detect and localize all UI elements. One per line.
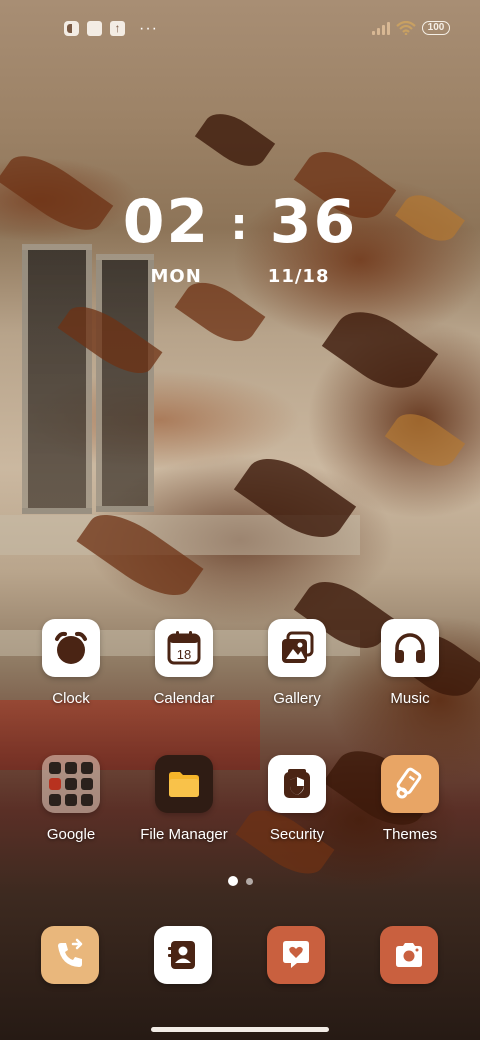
- clock-hours: 02: [122, 187, 211, 257]
- building-window: [96, 254, 154, 512]
- app-clock[interactable]: Clock: [16, 619, 126, 707]
- gmail-icon: [81, 794, 93, 806]
- upload-icon: [110, 20, 125, 36]
- clock-separator: :: [230, 199, 250, 250]
- status-bar-system: 100: [372, 20, 450, 36]
- phone-icon: [58, 938, 83, 967]
- wifi-icon: [396, 20, 416, 36]
- app-label: File Manager: [140, 826, 228, 843]
- more-notifications-icon: ···: [139, 19, 158, 37]
- page-indicator[interactable]: [0, 876, 480, 886]
- leaf: [194, 103, 276, 177]
- app-label: Music: [390, 690, 430, 707]
- signal-icon: [372, 21, 390, 35]
- assistant-icon: [81, 778, 93, 790]
- app-file-manager[interactable]: File Manager: [129, 755, 239, 843]
- dock-phone[interactable]: [41, 926, 99, 984]
- app-themes[interactable]: Themes: [355, 755, 465, 843]
- status-bar: ··· 100: [0, 0, 480, 56]
- folder-icon: [42, 755, 100, 813]
- photos-icon: [49, 794, 61, 806]
- app-folder-google[interactable]: Google: [16, 755, 126, 843]
- page-dot-active[interactable]: [227, 876, 238, 886]
- notification-icon: [64, 20, 79, 36]
- app-calendar[interactable]: 18 Calendar: [129, 619, 239, 707]
- app-label: Clock: [52, 690, 90, 707]
- play-store-icon: [65, 794, 77, 806]
- maps-icon: [81, 762, 93, 774]
- contacts-icon: [168, 941, 195, 969]
- gallery-icon: [268, 619, 326, 677]
- clock-day: MON: [150, 266, 202, 287]
- app-label: Google: [46, 826, 96, 843]
- square-notification-icon: [87, 20, 102, 36]
- paintbrush-icon: [381, 755, 439, 813]
- svg-text:18: 18: [177, 647, 191, 662]
- message-heart-icon: [283, 941, 309, 968]
- dock-camera[interactable]: [380, 926, 438, 984]
- headphones-icon: [381, 619, 439, 677]
- chrome-icon: [65, 762, 77, 774]
- status-bar-notifications: ···: [64, 19, 158, 37]
- dock-messages[interactable]: [267, 926, 325, 984]
- battery-icon: 100: [422, 21, 450, 35]
- page-dot[interactable]: [245, 877, 253, 885]
- folder-file-icon: [155, 755, 213, 813]
- dock-contacts[interactable]: [154, 926, 212, 984]
- shield-icon: [268, 755, 326, 813]
- app-security[interactable]: Security: [242, 755, 352, 843]
- leaf: [384, 403, 466, 477]
- home-gesture-bar[interactable]: [151, 1027, 329, 1032]
- app-label: Themes: [382, 826, 438, 843]
- youtube-icon: [49, 778, 61, 790]
- app-label: Gallery: [273, 690, 321, 707]
- google-app-icon: [49, 762, 61, 774]
- app-gallery[interactable]: Gallery: [242, 619, 352, 707]
- leaf: [321, 296, 439, 404]
- alarm-clock-icon: [42, 619, 100, 677]
- clock-date: MON 11/18: [0, 266, 480, 287]
- app-label: Calendar: [153, 690, 215, 707]
- clock-widget[interactable]: 02 : 36 MON 11/18: [0, 186, 480, 287]
- app-music[interactable]: Music: [355, 619, 465, 707]
- app-label: Security: [269, 826, 325, 843]
- drive-icon: [65, 778, 77, 790]
- clock-time: 02 : 36: [0, 186, 480, 264]
- clock-date-value: 11/18: [267, 266, 330, 287]
- camera-icon: [396, 943, 422, 967]
- calendar-icon: 18: [155, 619, 213, 677]
- clock-minutes: 36: [269, 187, 358, 257]
